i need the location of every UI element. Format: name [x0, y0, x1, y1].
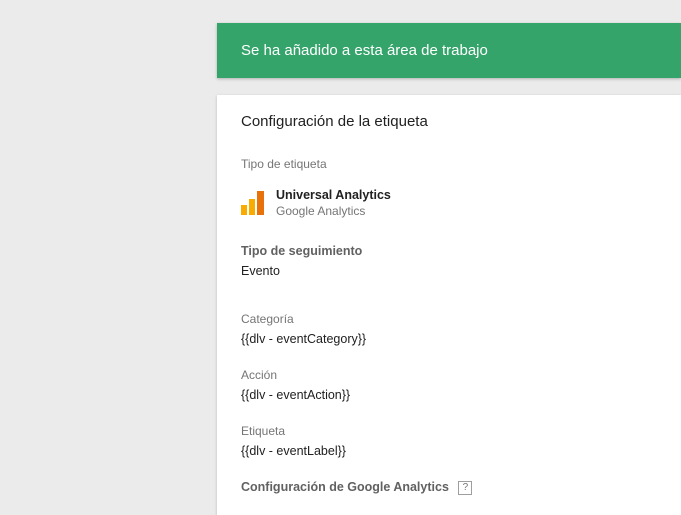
ga-settings-section: Configuración de Google Analytics ?: [241, 480, 473, 495]
google-analytics-icon: [241, 191, 264, 215]
tag-configuration-card[interactable]: Configuración de la etiqueta Tipo de eti…: [217, 95, 681, 515]
tag-type-vendor: Google Analytics: [276, 204, 366, 218]
notification-text: Se ha añadido a esta área de trabajo: [241, 42, 488, 59]
action-value: {{dlv - eventAction}}: [241, 388, 351, 402]
ga-settings-label: Configuración de Google Analytics: [241, 480, 449, 494]
tag-type: Universal Analytics Google Analytics: [241, 186, 391, 219]
notification-banner: Se ha añadido a esta área de trabajo: [217, 23, 681, 78]
card-title: Configuración de la etiqueta: [241, 113, 428, 130]
category-label: Categoría: [241, 312, 294, 326]
category-value: {{dlv - eventCategory}}: [241, 332, 367, 346]
tag-type-label: Tipo de etiqueta: [241, 157, 327, 171]
label-label: Etiqueta: [241, 424, 286, 438]
tag-type-name: Universal Analytics: [276, 188, 391, 202]
tag-type-text: Universal Analytics Google Analytics: [276, 186, 391, 219]
help-icon[interactable]: ?: [458, 481, 473, 495]
tracking-type-label: Tipo de seguimiento: [241, 244, 363, 258]
action-label: Acción: [241, 368, 278, 382]
tracking-type-value: Evento: [241, 264, 280, 278]
label-value: {{dlv - eventLabel}}: [241, 444, 346, 458]
